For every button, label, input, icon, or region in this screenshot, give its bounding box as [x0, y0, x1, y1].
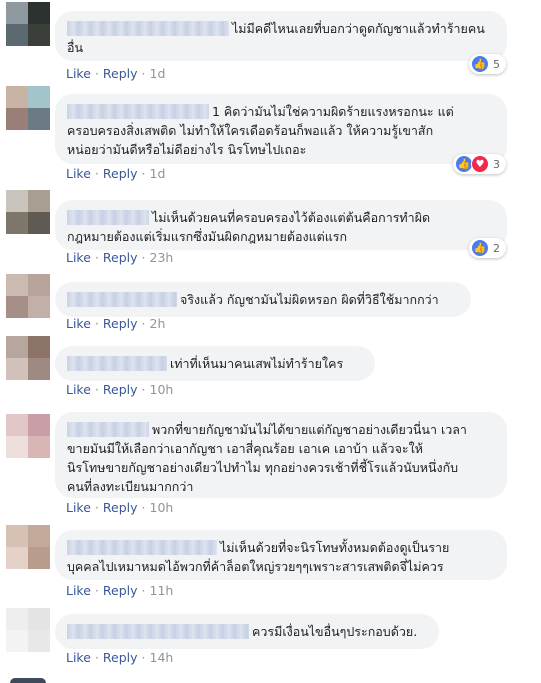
reply-link[interactable]: Reply [103, 583, 138, 598]
separator: · [94, 583, 99, 598]
timestamp[interactable]: 11h [150, 583, 174, 598]
avatar[interactable] [6, 274, 50, 318]
comment-bubble: ควรมีเงื่อนไขอื่นๆประกอบด้วย. [55, 614, 439, 649]
comment-actions: Like · Reply · 11h [66, 583, 173, 598]
like-link[interactable]: Like [66, 500, 91, 515]
comment-actions: Like · Reply · 10h [66, 382, 173, 397]
comment: ไม่เห็นด้วยคนที่ครอบครองไว้ต้องแต่ต้นคือ… [0, 190, 541, 274]
comment-actions: Like · Reply · 10h [66, 500, 173, 515]
timestamp[interactable]: 1d [150, 66, 166, 81]
comment: ควรมีเงื่อนไขอื่นๆประกอบด้วย. Like · Reply… [0, 606, 541, 676]
separator: · [141, 583, 146, 598]
avatar[interactable] [6, 86, 50, 130]
avatar[interactable] [10, 678, 46, 683]
reply-link[interactable]: Reply [103, 500, 138, 515]
comment-bubble: ไม่มีคดีไหนเลยที่บอกว่าดูดกัญชาแล้วทำร้า… [55, 11, 507, 61]
avatar[interactable] [6, 525, 50, 569]
reply-link[interactable]: Reply [103, 250, 138, 265]
separator: · [94, 650, 99, 665]
separator: · [141, 650, 146, 665]
author-name-blurred[interactable] [67, 292, 177, 307]
avatar[interactable] [6, 608, 50, 652]
separator: · [94, 316, 99, 331]
timestamp[interactable]: 1d [150, 166, 166, 181]
reply-link[interactable]: Reply [103, 650, 138, 665]
reply-link[interactable]: Reply [103, 382, 138, 397]
comment-bubble: 1 คิดว่ามันไม่ใช่ความผิดร้ายแรงหรอกนะ แต… [55, 94, 507, 164]
comment-bubble: เท่าที่เห็นมาคนเสพไม่ทำร้ายใคร [55, 346, 375, 381]
avatar[interactable] [6, 2, 50, 46]
separator: · [141, 500, 146, 515]
timestamp[interactable]: 10h [150, 500, 174, 515]
comment: ไม่มีคดีไหนเลยที่บอกว่าดูดกัญชาแล้วทำร้า… [0, 0, 541, 86]
like-link[interactable]: Like [66, 316, 91, 331]
like-icon: 👍 [471, 55, 489, 73]
reply-link[interactable]: Reply [103, 316, 138, 331]
author-name-blurred[interactable] [67, 356, 167, 371]
separator: · [94, 166, 99, 181]
comment-text: เท่าที่เห็นมาคนเสพไม่ทำร้ายใคร [170, 356, 344, 371]
comment: 1 คิดว่ามันไม่ใช่ความผิดร้ายแรงหรอกนะ แต… [0, 86, 541, 190]
separator: · [141, 66, 146, 81]
timestamp[interactable]: 23h [150, 250, 174, 265]
reply-link[interactable]: Reply [103, 166, 138, 181]
love-icon: ♥ [471, 155, 489, 173]
like-link[interactable]: Like [66, 166, 91, 181]
timestamp[interactable]: 10h [150, 382, 174, 397]
reaction-summary[interactable]: 👍 5 [469, 54, 506, 74]
author-name-blurred[interactable] [67, 540, 217, 555]
comment-text: ควรมีเงื่อนไขอื่นๆประกอบด้วย. [252, 624, 418, 639]
comment-text: จริงแล้ว กัญชามันไม่ผิดหรอก ผิดที่วิธีใช… [180, 292, 439, 307]
separator: · [94, 250, 99, 265]
comment: พวกที่ขายกัญชามันไม่ได้ขายแต่กัญชาอย่างเ… [0, 404, 541, 521]
comment-bubble: ไม่เห็นด้วยที่จะนิรโทษทั้งหมดต้องดูเป็นร… [55, 530, 507, 580]
separator: · [141, 166, 146, 181]
separator: · [141, 382, 146, 397]
like-link[interactable]: Like [66, 650, 91, 665]
comment: เท่าที่เห็นมาคนเสพไม่ทำร้ายใคร Like · Repl… [0, 334, 541, 404]
reaction-count: 3 [493, 157, 500, 171]
separator: · [94, 500, 99, 515]
reaction-count: 2 [493, 241, 500, 255]
separator: · [94, 382, 99, 397]
like-link[interactable]: Like [66, 583, 91, 598]
timestamp[interactable]: 14h [150, 650, 174, 665]
author-name-blurred[interactable] [67, 422, 149, 437]
author-name-blurred[interactable] [67, 210, 149, 225]
comment-bubble: จริงแล้ว กัญชามันไม่ผิดหรอก ผิดที่วิธีใช… [55, 282, 471, 317]
reaction-summary[interactable]: 👍 ♥ 3 [453, 154, 506, 174]
author-name-blurred[interactable] [67, 624, 249, 639]
comment-actions: Like · Reply · 23h [66, 250, 173, 265]
comment-bubble: พวกที่ขายกัญชามันไม่ได้ขายแต่กัญชาอย่างเ… [55, 412, 507, 498]
comment-actions: Like · Reply · 1d [66, 166, 165, 181]
reaction-count: 5 [493, 57, 500, 71]
comment: จริงแล้ว กัญชามันไม่ผิดหรอก ผิดที่วิธีใช… [0, 274, 541, 334]
reply-link[interactable]: Reply [103, 66, 138, 81]
comment-actions: Like · Reply · 2h [66, 316, 165, 331]
timestamp[interactable]: 2h [150, 316, 166, 331]
author-name-blurred[interactable] [67, 104, 209, 119]
author-name-blurred[interactable] [67, 21, 229, 36]
like-icon: 👍 [471, 239, 489, 257]
avatar[interactable] [6, 414, 50, 458]
avatar[interactable] [6, 336, 50, 380]
separator: · [141, 316, 146, 331]
avatar[interactable] [6, 190, 50, 234]
comment-actions: Like · Reply · 14h [66, 650, 173, 665]
comment-actions: Like · Reply · 1d [66, 66, 165, 81]
reaction-summary[interactable]: 👍 2 [469, 238, 506, 258]
separator: · [141, 250, 146, 265]
like-link[interactable]: Like [66, 382, 91, 397]
separator: · [94, 66, 99, 81]
like-link[interactable]: Like [66, 250, 91, 265]
like-link[interactable]: Like [66, 66, 91, 81]
comment: ไม่เห็นด้วยที่จะนิรโทษทั้งหมดต้องดูเป็นร… [0, 521, 541, 606]
comment-bubble: ไม่เห็นด้วยคนที่ครอบครองไว้ต้องแต่ต้นคือ… [55, 200, 507, 250]
